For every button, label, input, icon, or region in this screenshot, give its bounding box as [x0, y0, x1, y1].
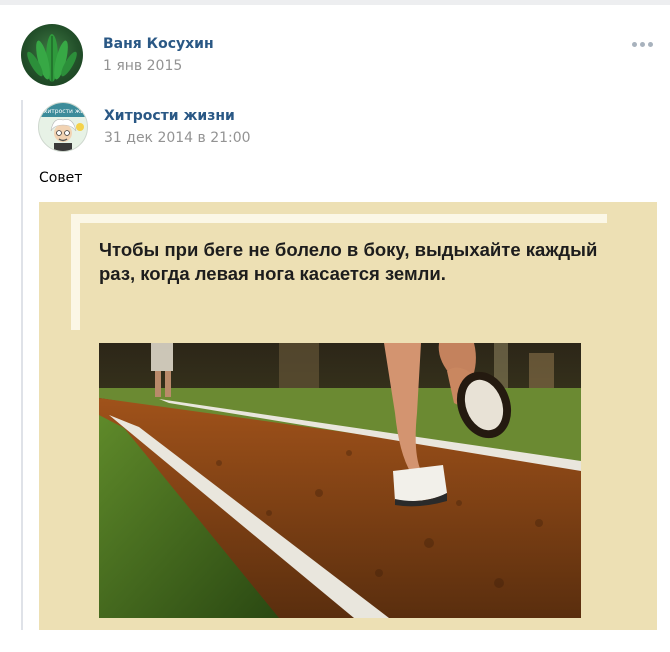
avatar-caption-text: хитрости жи	[44, 108, 84, 115]
image-frame-top	[71, 214, 607, 223]
leaf-emblem-icon	[27, 34, 77, 82]
author-name-link[interactable]: Ваня Косухин	[103, 36, 214, 52]
repost-line	[21, 100, 23, 630]
repost-source-avatar[interactable]: хитрости жи	[38, 102, 88, 152]
repost-source-name-link[interactable]: Хитрости жизни	[104, 108, 235, 124]
running-photo	[99, 343, 581, 618]
top-divider	[0, 0, 670, 5]
post-date-link[interactable]: 1 янв 2015	[103, 58, 182, 74]
author-avatar[interactable]	[21, 24, 83, 86]
repost-date-link[interactable]: 31 дек 2014 в 21:00	[104, 130, 251, 146]
image-caption-text: Чтобы при беге не болело в боку, выдыхай…	[99, 239, 598, 284]
image-frame-left	[71, 214, 80, 330]
ellipsis-icon[interactable]	[630, 38, 656, 52]
post-image[interactable]: Чтобы при беге не болело в боку, выдыхай…	[39, 202, 657, 630]
post-text: Совет	[39, 170, 83, 186]
